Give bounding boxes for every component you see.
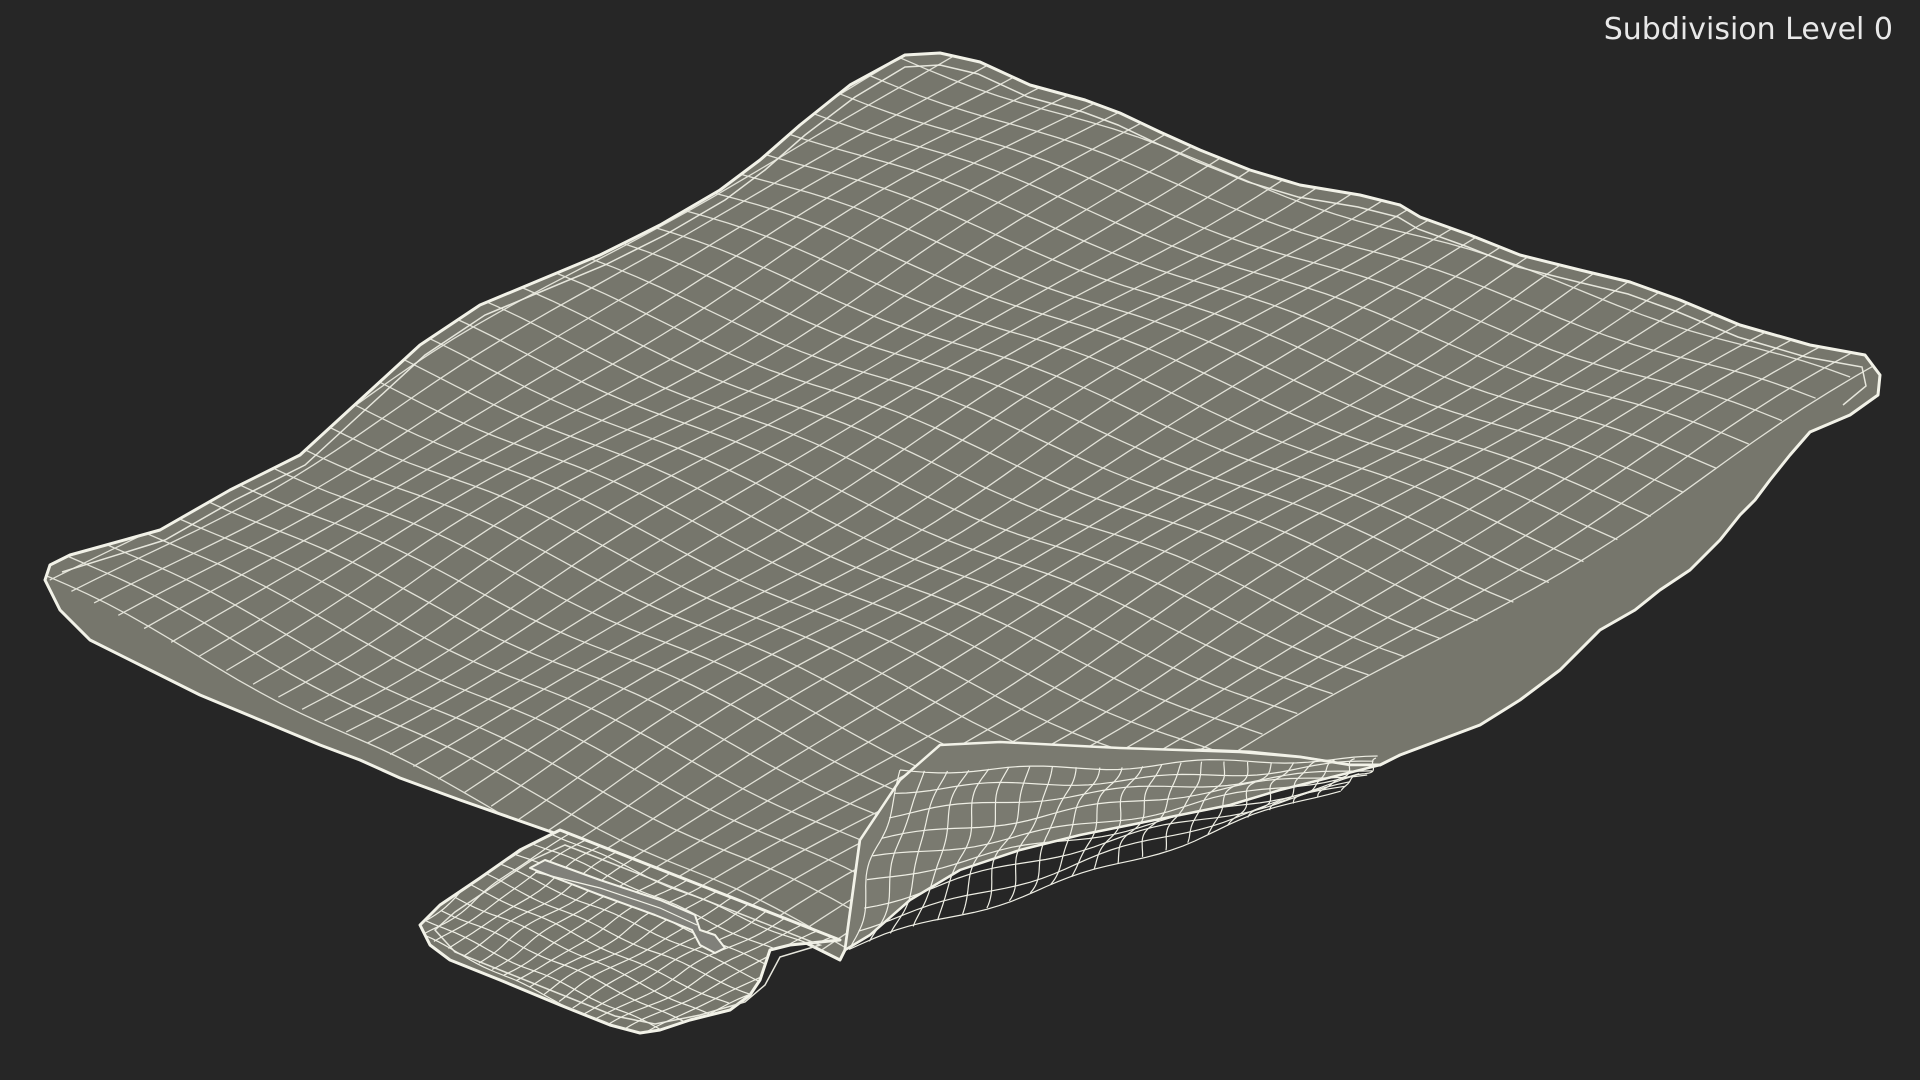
- subdivision-level-label: Subdivision Level 0: [1603, 12, 1893, 47]
- render-viewport: Subdivision Level 0: [0, 0, 1920, 1080]
- cloth-wireframe-render: [43, 51, 1882, 1035]
- fold-region: [843, 740, 1382, 952]
